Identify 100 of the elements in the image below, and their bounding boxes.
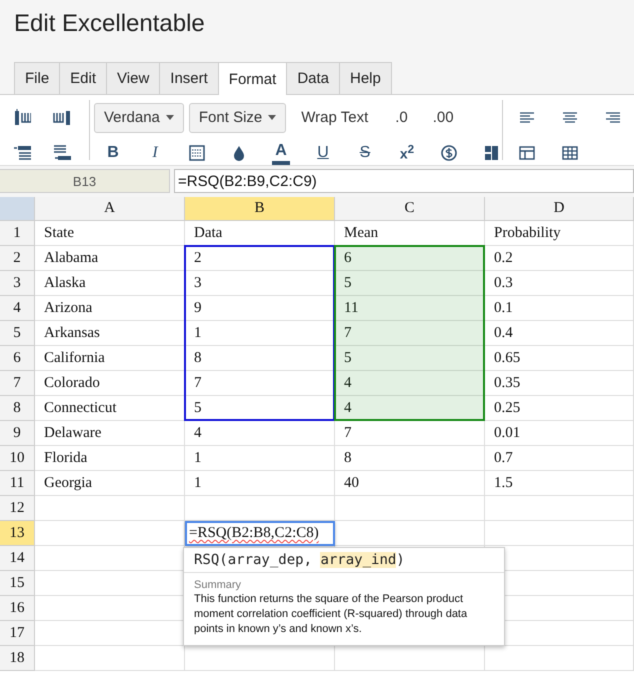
table-cell: Mean (335, 221, 485, 246)
table-cell: 0.4 (485, 321, 634, 346)
decimal-button[interactable]: .00 (422, 102, 464, 132)
superscript-button[interactable]: x$^{2}$ (396, 140, 418, 166)
row-header[interactable]: 3 (0, 271, 35, 296)
table-cell: Arkansas (35, 321, 185, 346)
font-dropdown[interactable]: Font Size (188, 102, 286, 132)
select-all-corner[interactable] (0, 197, 35, 221)
table-cell: 4 (185, 421, 335, 446)
table-cell: 0.2 (485, 246, 634, 271)
table-cell: California (35, 346, 185, 371)
row-header[interactable]: 14 (0, 546, 35, 571)
table-cell: 1 (185, 321, 335, 346)
page-title: Edit Excellentable (14, 10, 205, 37)
table-cell: 1.5 (485, 471, 634, 496)
table-cell: 7 (335, 421, 485, 446)
table-cell: Connecticut (35, 396, 185, 421)
table-cell: Alaska (35, 271, 185, 296)
table-cell: 0.01 (485, 421, 634, 446)
formula-field[interactable]: =RSQ(B2:B9,C2:C9) (174, 169, 634, 193)
table-cell: 0.65 (485, 346, 634, 371)
column-header[interactable]: A (35, 197, 185, 221)
column-header[interactable]: B (185, 197, 335, 221)
text-color-button[interactable]: A (272, 140, 290, 164)
italic-button[interactable]: I (149, 140, 161, 166)
table-cell: 3 (185, 271, 335, 296)
menu-tab[interactable]: Help (339, 62, 392, 94)
function-signature: RSQ(array_dep, array_ind) (193, 551, 406, 570)
grid-layout-icon[interactable] (482, 144, 500, 162)
empty-cell[interactable] (335, 496, 485, 521)
row-header[interactable]: 1 (0, 221, 35, 246)
menu-tab[interactable]: Edit (59, 62, 106, 94)
empty-cell[interactable] (335, 646, 485, 671)
row-header[interactable]: 9 (0, 421, 35, 446)
table-cell: 5 (185, 396, 335, 421)
table-cell: 2 (185, 246, 335, 271)
cell-editor[interactable]: =RSQ(B2:B8,C2:C8) (185, 521, 335, 546)
insert-column-right-icon[interactable] (53, 108, 71, 126)
table-cell: 0.3 (485, 271, 634, 296)
table-cell: 4 (335, 371, 485, 396)
row-header[interactable]: 7 (0, 371, 35, 396)
table-cell: State (35, 221, 185, 246)
menu-tab[interactable]: View (106, 62, 160, 94)
summary-label: Summary (194, 579, 242, 591)
row-header[interactable]: 18 (0, 646, 35, 671)
table-cell: 9 (185, 296, 335, 321)
table-cell: Florida (35, 446, 185, 471)
insert-column-left-icon[interactable] (13, 108, 31, 126)
caret-icon (166, 115, 174, 120)
row-header[interactable]: 15 (0, 571, 35, 596)
strikethrough-button[interactable]: S (356, 140, 374, 166)
table-cell: 0.35 (485, 371, 634, 396)
empty-cell[interactable] (485, 521, 634, 546)
table-cell: Delaware (35, 421, 185, 446)
table-cell: 1 (185, 446, 335, 471)
menu-tab[interactable]: File (14, 62, 60, 94)
empty-cell[interactable] (485, 496, 634, 521)
row-header[interactable]: 6 (0, 346, 35, 371)
table-cell: Arizona (35, 296, 185, 321)
table-icon[interactable] (518, 144, 536, 162)
wrap-text-button[interactable]: Wrap Text (291, 102, 380, 132)
table-cell: Alabama (35, 246, 185, 271)
menu-tab[interactable]: Data (286, 62, 339, 94)
empty-cell[interactable] (485, 646, 634, 671)
table-cell: 5 (335, 346, 485, 371)
insert-row-above-icon[interactable] (13, 144, 31, 162)
table-cell: 4 (335, 396, 485, 421)
row-header[interactable]: 5 (0, 321, 35, 346)
table-cell: 6 (335, 246, 485, 271)
underline-button[interactable]: U (314, 140, 332, 166)
table-cell: 40 (335, 471, 485, 496)
insert-row-below-icon[interactable] (53, 144, 71, 162)
row-header[interactable]: 12 (0, 496, 35, 521)
row-header[interactable]: 11 (0, 471, 35, 496)
menu-tab[interactable]: Insert (159, 62, 218, 94)
bold-button[interactable]: B (104, 140, 122, 166)
table-cell: 7 (335, 321, 485, 346)
row-header[interactable]: 2 (0, 246, 35, 271)
caret-icon (268, 115, 276, 120)
table-cell: 1 (185, 471, 335, 496)
column-header[interactable]: C (335, 197, 485, 221)
table-cell: 7 (185, 371, 335, 396)
table-cell: 5 (335, 271, 485, 296)
row-header[interactable]: 16 (0, 596, 35, 621)
font-dropdown[interactable]: Verdana (94, 102, 184, 132)
empty-cell[interactable] (185, 646, 335, 671)
decimal-button[interactable]: .0 (385, 102, 418, 132)
column-header[interactable]: D (485, 197, 634, 221)
row-header[interactable]: 4 (0, 296, 35, 321)
row-header[interactable]: 13 (0, 521, 35, 546)
table-cell: 0.25 (485, 396, 634, 421)
row-header[interactable]: 8 (0, 396, 35, 421)
row-header[interactable]: 10 (0, 446, 35, 471)
name-box[interactable]: B13 (0, 169, 170, 193)
menu-tab[interactable]: Format (218, 62, 286, 95)
dollar-icon[interactable] (440, 144, 458, 162)
table-cell: 0.1 (485, 296, 634, 321)
table-grid-icon[interactable] (560, 144, 578, 162)
row-header[interactable]: 17 (0, 621, 35, 646)
cell-fill-pattern-icon[interactable] (188, 144, 206, 162)
